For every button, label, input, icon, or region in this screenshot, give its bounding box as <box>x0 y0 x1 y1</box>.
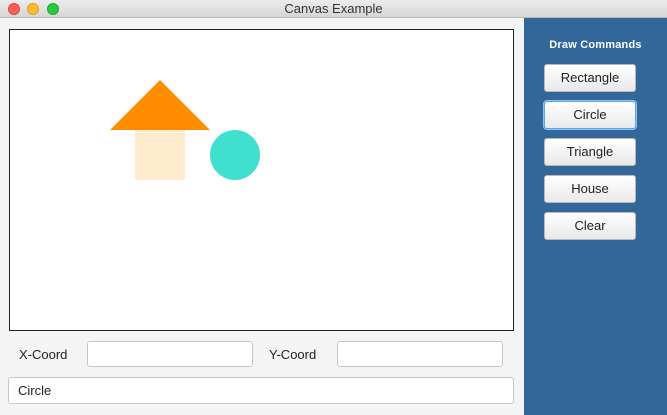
rectangle-button[interactable]: Rectangle <box>544 64 636 92</box>
window-titlebar: Canvas Example <box>0 0 667 18</box>
circle-shape <box>210 130 260 180</box>
main-panel: X-Coord Y-Coord Circle <box>0 18 524 415</box>
y-coord-input[interactable] <box>337 341 503 367</box>
drawing-canvas[interactable] <box>9 29 514 331</box>
x-coord-input[interactable] <box>87 341 253 367</box>
house-button[interactable]: House <box>544 175 636 203</box>
triangle-button[interactable]: Triangle <box>544 138 636 166</box>
x-coord-label: X-Coord <box>19 347 68 362</box>
draw-commands-sidebar: Draw Commands Rectangle Circle Triangle … <box>524 18 667 415</box>
sidebar-title: Draw Commands <box>549 39 642 51</box>
house-body-rectangle <box>135 130 185 180</box>
status-field[interactable]: Circle <box>8 377 514 404</box>
circle-button[interactable]: Circle <box>544 101 636 129</box>
window-title: Canvas Example <box>284 1 383 16</box>
y-coord-label: Y-Coord <box>269 347 317 362</box>
clear-button[interactable]: Clear <box>544 212 636 240</box>
canvas-svg <box>110 80 260 180</box>
house-roof-triangle <box>110 80 210 130</box>
